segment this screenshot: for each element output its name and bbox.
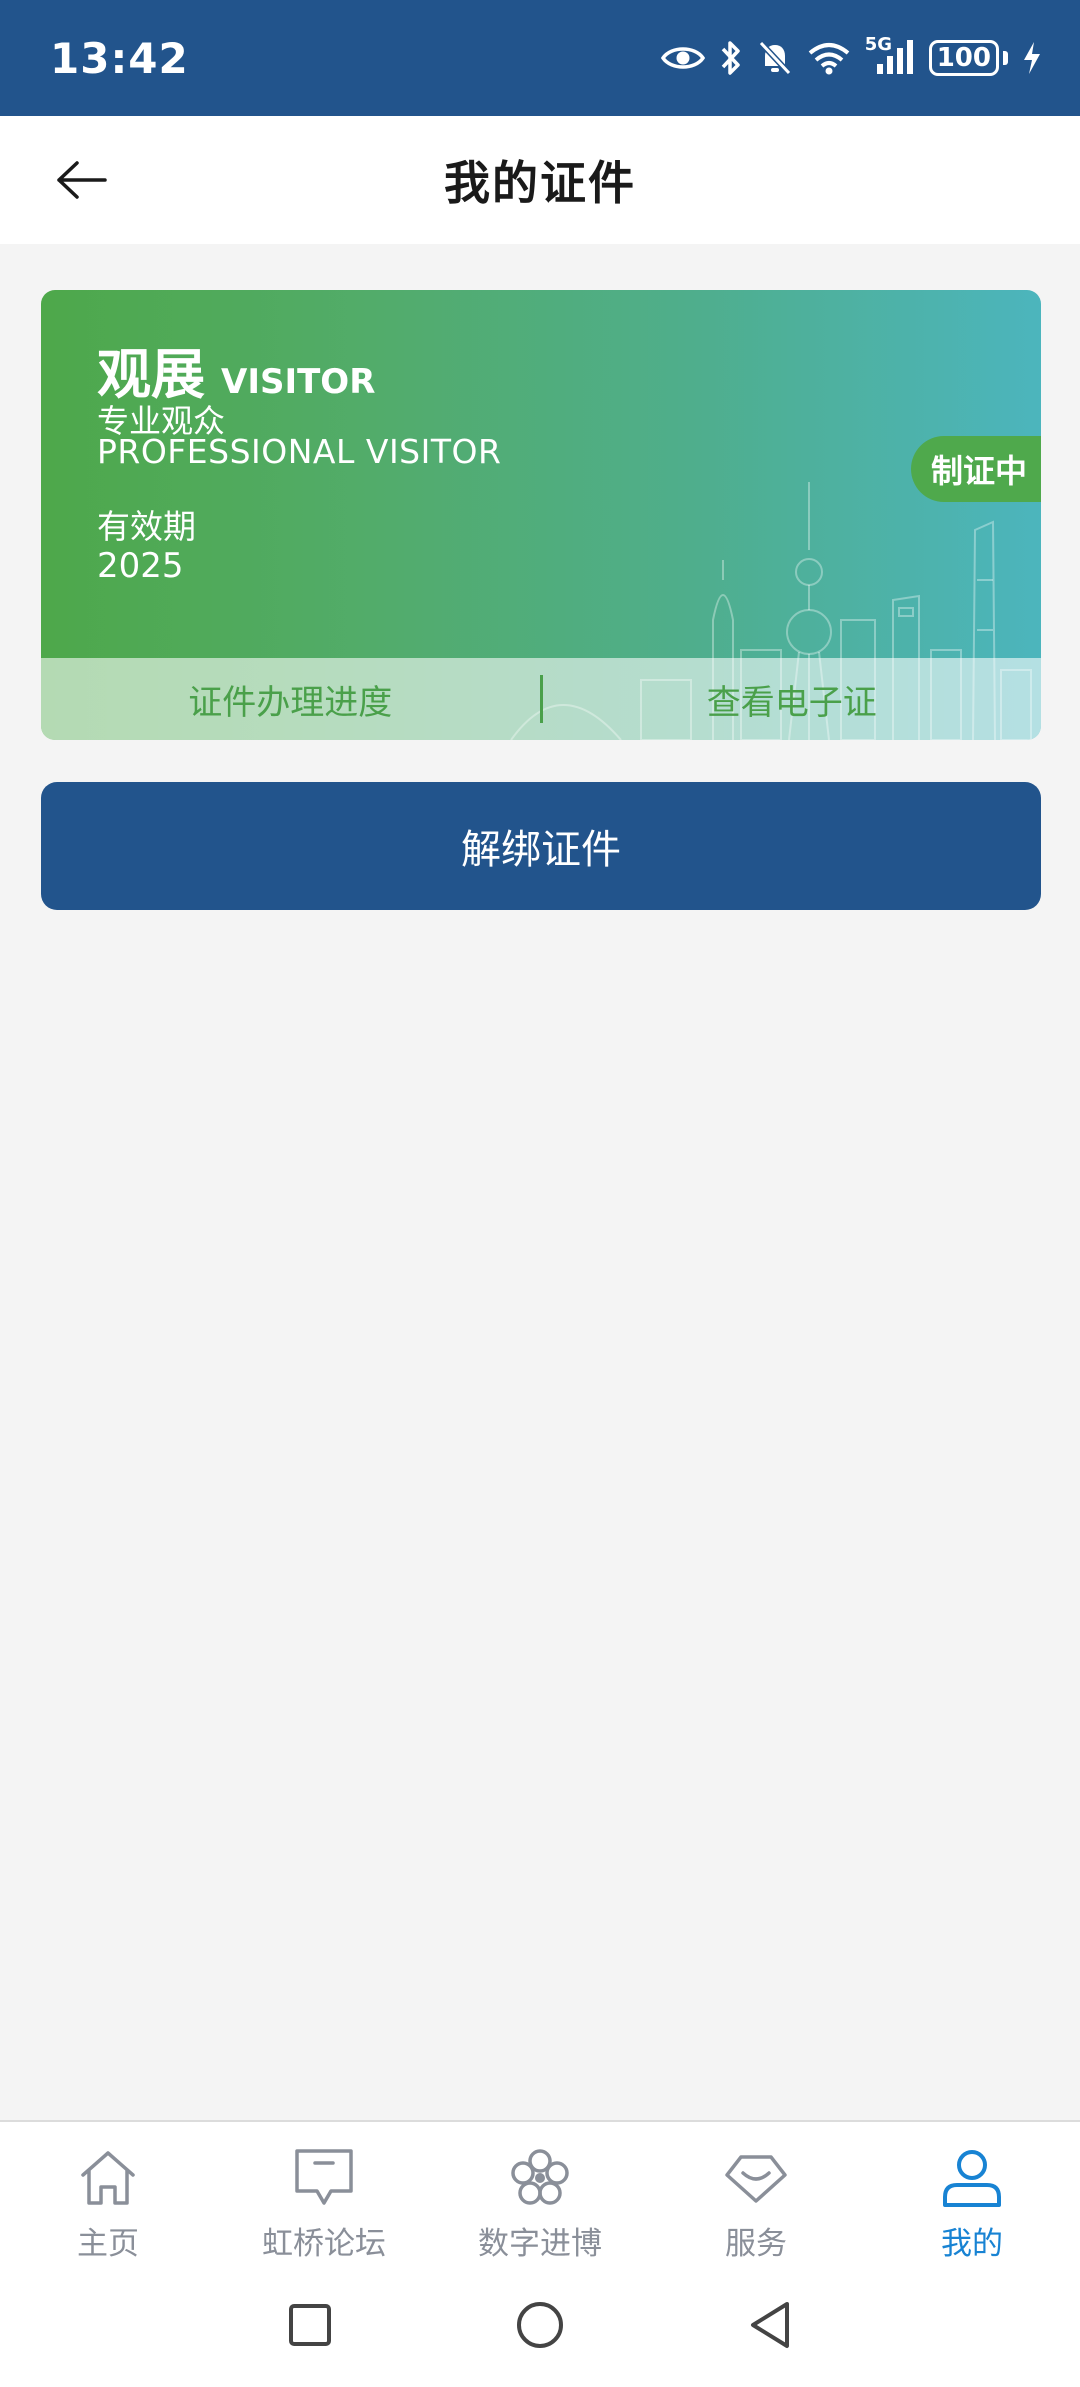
card-category-en: PROFESSIONAL VISITOR [97,432,502,471]
tab-label-service: 服务 [725,2226,787,2262]
arrow-left-icon [55,160,109,204]
app-header: 我的证件 [0,116,1080,244]
view-ecert-link[interactable]: 查看电子证 [543,675,1042,724]
recent-apps-button[interactable] [275,2292,345,2362]
home-circle-icon [515,2300,565,2354]
tab-home[interactable]: 主页 [0,2122,216,2270]
service-icon [722,2144,790,2212]
wifi-icon [807,41,851,75]
progress-link[interactable]: 证件办理进度 [41,675,540,724]
credential-card[interactable]: 观展 VISITOR 专业观众 PROFESSIONAL VISITOR 有效期… [41,290,1041,740]
tab-label-digital: 数字进博 [478,2226,602,2262]
status-time: 13:42 [50,33,189,83]
eye-icon [660,43,705,73]
tab-digital[interactable]: 数字进博 [432,2122,648,2270]
status-bar: 13:42 5G 100 [0,0,1080,116]
forum-icon [290,2144,358,2212]
tab-label-forum: 虹桥论坛 [262,2226,386,2262]
tab-bar: 主页 虹桥论坛 数字进博 服务 我的 [0,2120,1080,2270]
status-icons: 5G 100 [660,34,1042,78]
validity-label: 有效期 [97,507,196,546]
tab-label-home: 主页 [77,2226,139,2262]
tab-forum[interactable]: 虹桥论坛 [216,2122,432,2270]
tab-profile[interactable]: 我的 [864,2122,1080,2270]
home-icon [74,2144,142,2212]
unbind-button[interactable]: 解绑证件 [41,782,1041,910]
card-actions: 证件办理进度 查看电子证 [41,658,1041,740]
back-nav-button[interactable] [735,2292,805,2362]
tab-service[interactable]: 服务 [648,2122,864,2270]
tab-label-profile: 我的 [941,2226,1003,2262]
status-badge: 制证中 [911,436,1041,502]
page-title: 我的证件 [444,156,636,210]
back-triangle-icon [747,2300,793,2354]
back-button[interactable] [46,146,118,218]
system-nav-bar [0,2270,1080,2387]
card-type-en: VISITOR [221,362,376,402]
profile-icon [938,2144,1006,2212]
network-type: 5G [864,34,893,55]
validity-year: 2025 [97,546,184,586]
signal-icon: 5G [865,34,915,78]
recent-apps-icon [287,2302,333,2352]
battery-level: 100 [928,40,999,76]
battery-icon: 100 [928,40,1008,76]
bluetooth-icon [719,39,743,77]
home-nav-button[interactable] [505,2292,575,2362]
flower-icon [506,2144,574,2212]
bell-off-icon [757,39,793,77]
charging-icon [1022,40,1042,76]
